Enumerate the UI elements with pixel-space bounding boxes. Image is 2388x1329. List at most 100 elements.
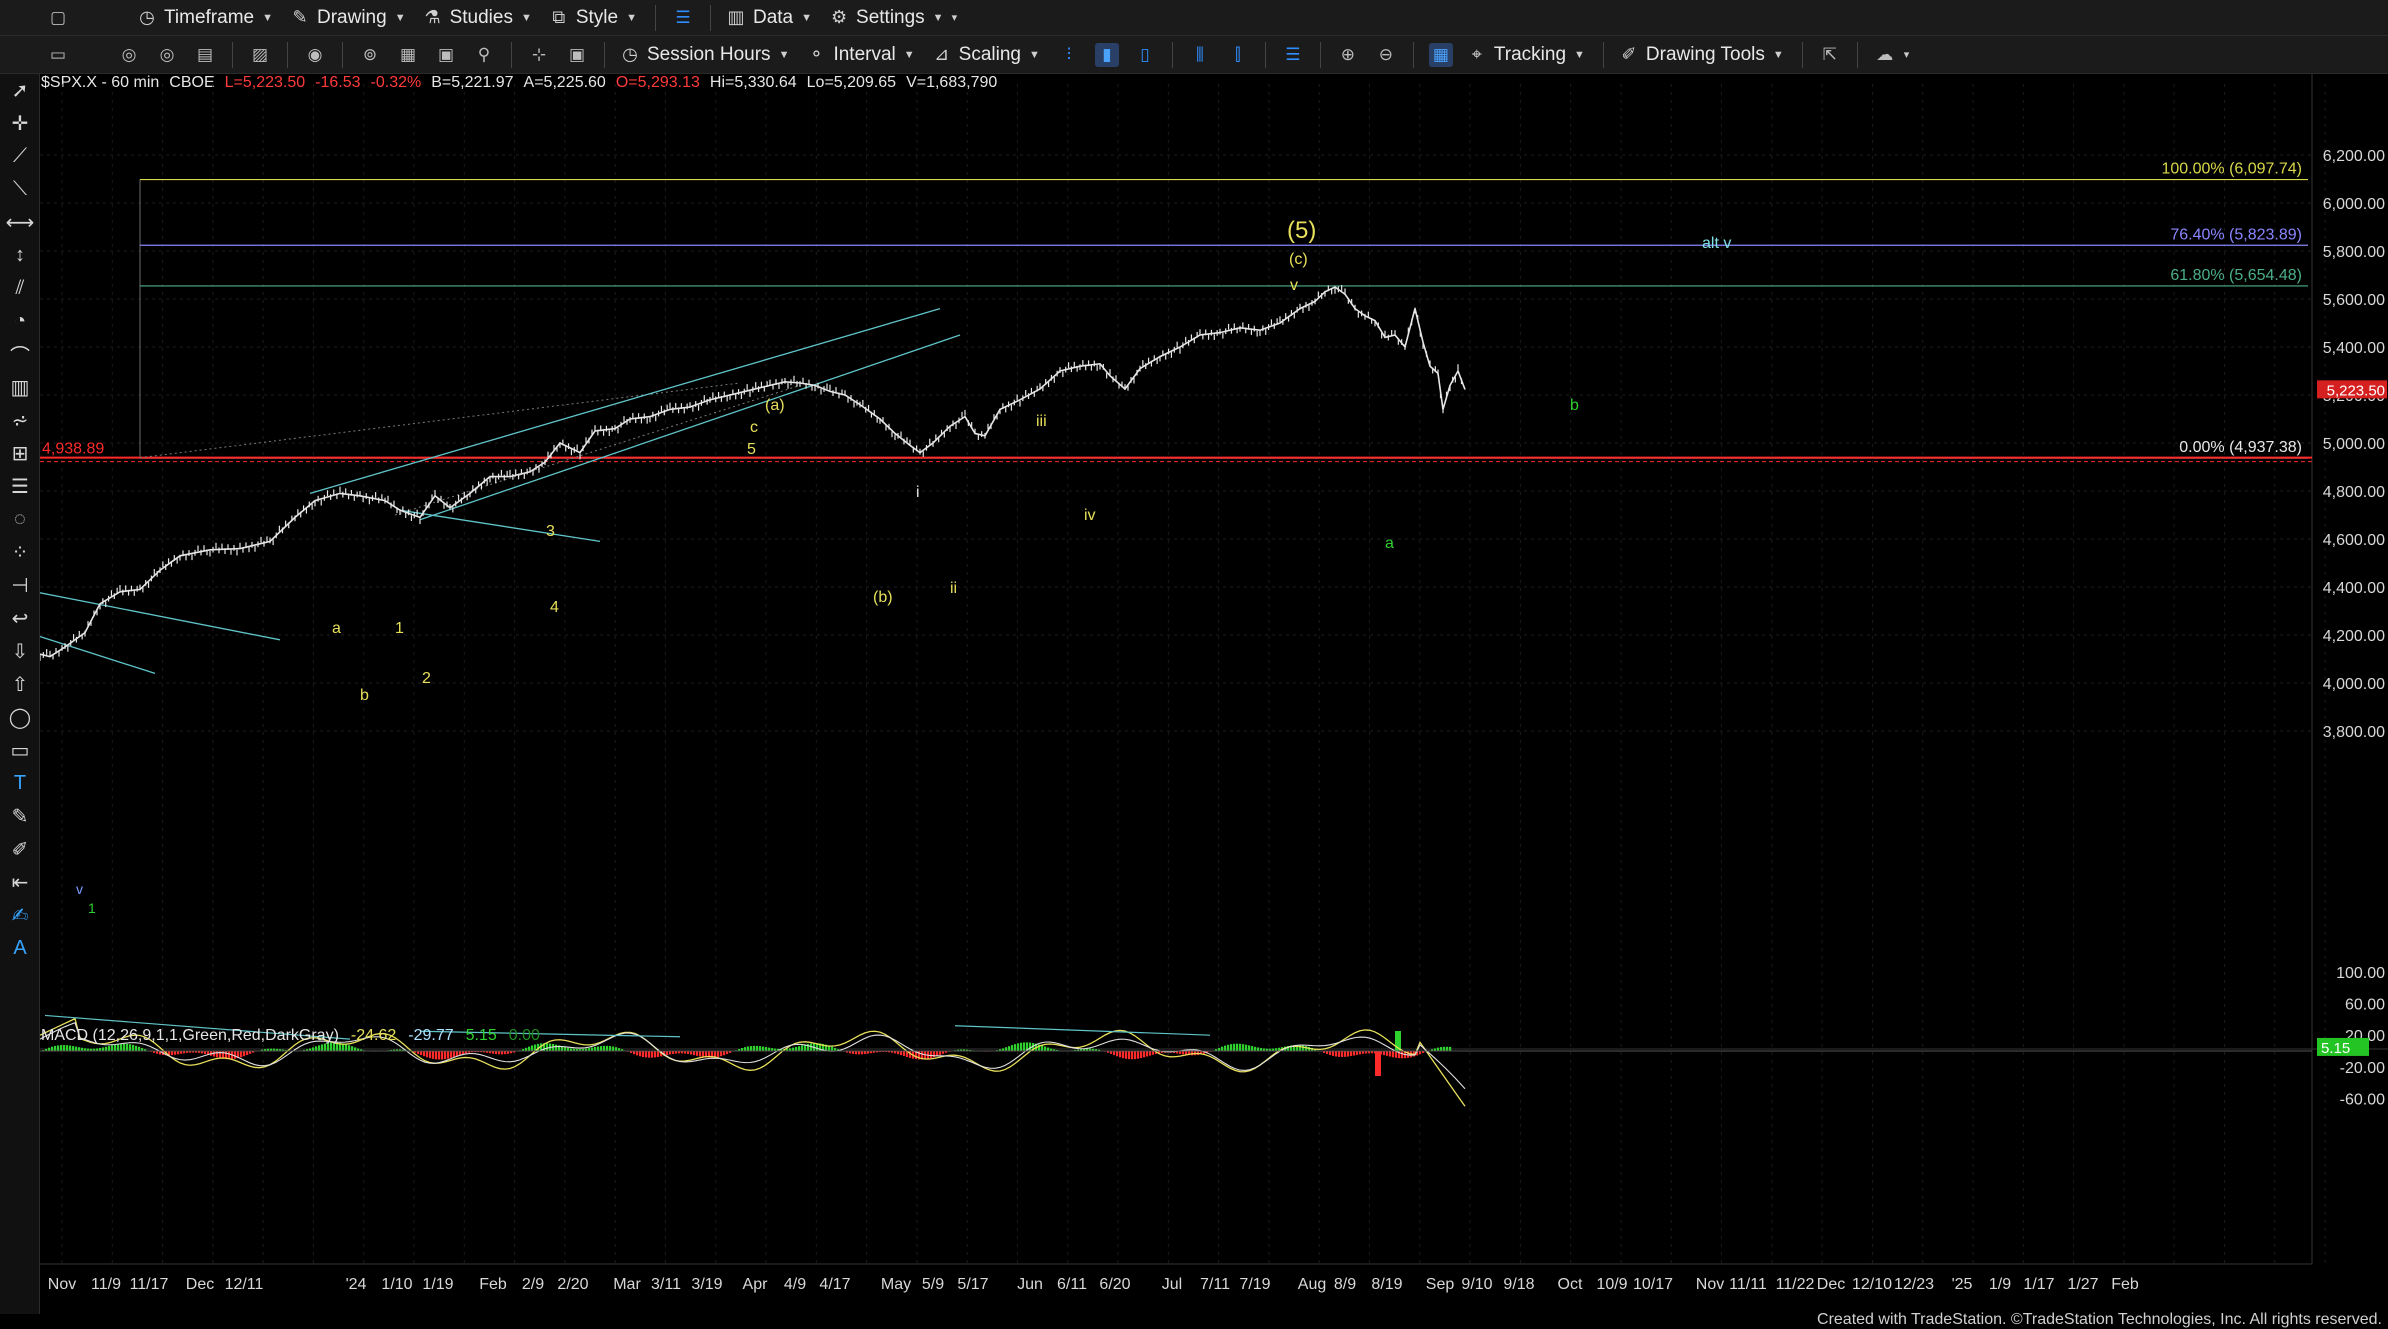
drawing-tools-menu[interactable]: ✐ Drawing Tools ▼: [1612, 40, 1790, 70]
horizontal-line-icon[interactable]: ⟷: [0, 206, 40, 239]
layout-icon[interactable]: ☰: [671, 6, 695, 30]
macd-histogram-bar: [1242, 1044, 1245, 1051]
cloud-icon[interactable]: ☁: [1873, 43, 1897, 67]
compress-icon[interactable]: ⫼: [1188, 43, 1212, 67]
price-chart[interactable]: 100.00% (6,097.74) 76.40% (5,823.89) 61.80…: [40, 74, 2388, 1314]
macd-histogram-bar: [603, 1045, 606, 1051]
link-icon[interactable]: ⊚: [358, 43, 382, 67]
zoom-in-icon[interactable]: ⊕: [1336, 43, 1360, 67]
channel-line: [40, 635, 156, 675]
macd-histogram-bar: [1245, 1044, 1248, 1051]
monitor-icon[interactable]: ▣: [565, 43, 589, 67]
settings-menu[interactable]: ⚙ Settings ▼ ▾: [822, 3, 963, 33]
curve-icon[interactable]: ↩: [0, 602, 40, 635]
expand-icon[interactable]: ⫿: [1226, 43, 1250, 67]
macd-histogram-bar: [1347, 1051, 1350, 1057]
rectangle-icon[interactable]: ▭: [0, 734, 40, 767]
macd-histogram-bar: [351, 1046, 354, 1051]
tracking-menu[interactable]: ⌖ Tracking ▼: [1460, 40, 1591, 70]
toolbar-divider: [1412, 41, 1414, 68]
studies-menu[interactable]: ⚗ Studies ▼: [416, 3, 538, 33]
target-icon[interactable]: ◉: [303, 43, 327, 67]
fib-icon[interactable]: ▥: [0, 371, 40, 404]
macd-study-label[interactable]: MACD (12,26,9,1,1,Green,Red,DarkGray): [41, 1027, 339, 1045]
interval-menu[interactable]: ⚬ Interval ▼: [799, 40, 920, 70]
highlighter-icon[interactable]: ✐: [0, 833, 40, 866]
macd-histogram-bar: [444, 1051, 447, 1060]
crosshair-icon[interactable]: ✛: [0, 107, 40, 140]
macd-histogram-bar: [1152, 1051, 1155, 1055]
dots-icon[interactable]: ⁘: [0, 536, 40, 569]
timeframe-menu[interactable]: ◷ Timeframe ▼: [130, 3, 279, 33]
macd-histogram-bar: [321, 1044, 324, 1051]
chart-toolbar: ▭ ◎ ◎ ▤ ▨ ◉ ⊚ ▦ ▣ ⚲ ⊹ ▣ ◷ Session Hours …: [0, 36, 2388, 74]
macd-histogram-bar: [636, 1051, 639, 1056]
macd-histogram-bar: [1305, 1046, 1308, 1051]
macd-histogram-bar: [69, 1045, 72, 1051]
arrow-down-icon[interactable]: ⇩: [0, 635, 40, 668]
indent-icon[interactable]: ⇤: [0, 866, 40, 899]
more-icon[interactable]: ▾: [952, 11, 958, 24]
style-menu[interactable]: ⧉ Style ▼: [542, 3, 643, 33]
trendline-icon[interactable]: ⟋: [0, 140, 40, 173]
export-icon[interactable]: ⇱: [1818, 43, 1842, 67]
macd-histogram-bar: [858, 1051, 861, 1055]
lines-icon[interactable]: ☰: [0, 470, 40, 503]
hollow-candle-icon[interactable]: ▯: [1133, 43, 1157, 67]
ray-icon[interactable]: ⟍: [0, 173, 40, 206]
chart-area[interactable]: 100.00% (6,097.74) 76.40% (5,823.89) 61.80…: [40, 74, 2388, 1314]
macd-histogram-bar: [1329, 1051, 1332, 1056]
cursor-icon[interactable]: ⊹: [527, 43, 551, 67]
vertical-line-icon[interactable]: ↕: [0, 239, 40, 272]
data-menu[interactable]: ▥ Data ▼: [719, 3, 818, 33]
text-style-icon[interactable]: A: [0, 932, 40, 965]
session-hours-menu[interactable]: ◷ Session Hours ▼: [613, 40, 795, 70]
ellipse-icon[interactable]: ◯: [0, 701, 40, 734]
workspace-icon[interactable]: ▢: [46, 6, 70, 30]
pitchfork-icon[interactable]: ⊞: [0, 437, 40, 470]
macd-histogram-bar: [765, 1047, 768, 1051]
calendar-icon[interactable]: ▤: [193, 43, 217, 67]
macd-axis: 100.0060.0020.00-20.00-60.005.15: [2317, 965, 2385, 1108]
time-axis-label: '25: [1952, 1276, 1973, 1293]
price-axis-label: 5,400.00: [2323, 340, 2385, 357]
chevron-down-icon: ▼: [903, 48, 915, 61]
measure-icon[interactable]: ⊣: [0, 569, 40, 602]
tools-icon[interactable]: ▦: [396, 43, 420, 67]
scaling-menu[interactable]: ⊿ Scaling ▼: [925, 40, 1046, 70]
image-icon[interactable]: ▨: [248, 43, 272, 67]
macd-histogram-bar: [1017, 1043, 1020, 1051]
chevron-down-icon: ▼: [1574, 48, 1585, 61]
wave-label: i: [916, 484, 920, 501]
macd-histogram-bar: [1341, 1051, 1344, 1057]
channel-icon[interactable]: ⫽: [0, 272, 40, 305]
text-icon[interactable]: T: [0, 767, 40, 800]
price-axis-label: 6,200.00: [2323, 148, 2385, 165]
refresh-icon[interactable]: ◎: [117, 43, 141, 67]
arrow-up-icon[interactable]: ⇧: [0, 668, 40, 701]
pencil-icon[interactable]: ✎: [0, 800, 40, 833]
arc-icon[interactable]: ⌒: [0, 338, 40, 371]
save-icon[interactable]: ▣: [434, 43, 458, 67]
time-axis-label: 3/19: [691, 1276, 722, 1293]
cycle-icon[interactable]: ◔: [0, 305, 40, 338]
window-icon[interactable]: ▭: [46, 43, 70, 67]
grid-icon[interactable]: ▦: [1428, 42, 1453, 67]
reload-icon[interactable]: ◎: [155, 43, 179, 67]
drawing-menu[interactable]: ✎ Drawing ▼: [283, 3, 412, 33]
candlestick-icon[interactable]: ▮: [1094, 42, 1119, 67]
macd-histogram-bar: [717, 1051, 720, 1057]
zoom-out-icon[interactable]: ⊖: [1374, 43, 1398, 67]
clock-icon: ◷: [622, 44, 638, 64]
spiral-icon[interactable]: ◌: [0, 503, 40, 536]
toolbar-divider: [511, 41, 512, 68]
search-icon[interactable]: ⚲: [472, 43, 496, 67]
macd-histogram-bar: [234, 1051, 237, 1059]
gann-icon[interactable]: ⩫: [0, 404, 40, 437]
time-axis-label: Dec: [186, 1276, 214, 1293]
bar-style-icon[interactable]: ⫶: [1057, 43, 1081, 67]
time-axis-label: Nov: [1696, 1276, 1724, 1293]
stack-icon[interactable]: ☰: [1281, 43, 1305, 67]
paint-icon[interactable]: ✍: [0, 899, 40, 932]
chevron-down-icon[interactable]: ▾: [1904, 48, 1910, 61]
